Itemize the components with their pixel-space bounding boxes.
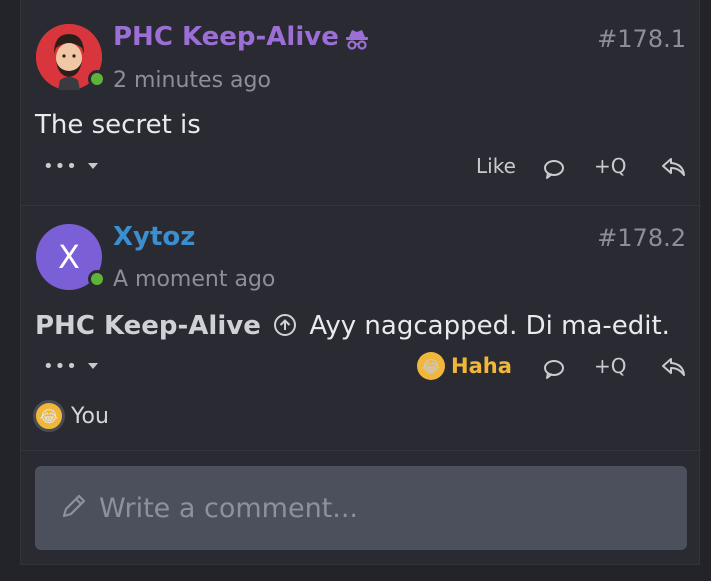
more-dots: ••• [43, 156, 78, 177]
more-options-button[interactable]: ••• [43, 356, 99, 377]
post-actions: ••• 😂 Haha +Q [21, 350, 701, 390]
quoted-username[interactable]: PHC Keep-Alive [35, 311, 261, 341]
post-time[interactable]: A moment ago [113, 267, 275, 292]
post-content: PHC Keep-Alive Ayy nagcapped. Di ma-edit… [35, 311, 670, 344]
like-button[interactable]: Like [476, 154, 516, 178]
comment-placeholder: Write a comment... [99, 492, 359, 524]
reply-icon[interactable] [661, 356, 687, 383]
avatar-letter: X [58, 238, 80, 276]
post-actions: ••• Like +Q [21, 150, 701, 190]
avatar[interactable] [36, 24, 106, 90]
post-text: Ayy nagcapped. Di ma-edit. [309, 311, 670, 341]
more-dots: ••• [43, 356, 78, 377]
comments-panel: PHC Keep-Alive 2 minutes ago #178.1 The … [20, 0, 701, 565]
comment-input[interactable]: Write a comment... [35, 466, 687, 550]
laughing-emoji-icon: 😂 [417, 352, 445, 380]
post-content: The secret is [35, 110, 201, 140]
comment-icon[interactable] [543, 358, 565, 385]
online-status-dot [88, 270, 106, 288]
pencil-icon [59, 491, 89, 525]
avatar[interactable]: X [36, 224, 106, 290]
more-options-button[interactable]: ••• [43, 156, 99, 177]
laughing-emoji-icon: 😂 [33, 400, 65, 432]
online-status-dot [88, 70, 106, 88]
reactions-summary[interactable]: 😂 You [33, 400, 109, 432]
reaction-label: Haha [451, 354, 512, 378]
comment-post: PHC Keep-Alive 2 minutes ago #178.1 The … [21, 0, 701, 206]
post-number[interactable]: #178.2 [597, 224, 686, 252]
reaction-button[interactable]: 😂 Haha [417, 352, 512, 380]
quote-arrow-icon[interactable] [273, 313, 297, 344]
caret-down-icon [87, 163, 98, 169]
post-time[interactable]: 2 minutes ago [113, 68, 271, 93]
post-number[interactable]: #178.1 [597, 25, 686, 53]
caret-down-icon [87, 363, 98, 369]
incognito-icon [344, 26, 370, 52]
quote-button[interactable]: +Q [594, 354, 627, 378]
comment-icon[interactable] [543, 158, 565, 185]
comment-post: X Xytoz A moment ago #178.2 PHC Keep-Ali… [21, 207, 701, 451]
reply-icon[interactable] [661, 156, 687, 183]
reactors-label: You [71, 403, 109, 429]
username[interactable]: PHC Keep-Alive [113, 22, 339, 52]
username[interactable]: Xytoz [113, 222, 195, 252]
quote-button[interactable]: +Q [594, 154, 627, 178]
